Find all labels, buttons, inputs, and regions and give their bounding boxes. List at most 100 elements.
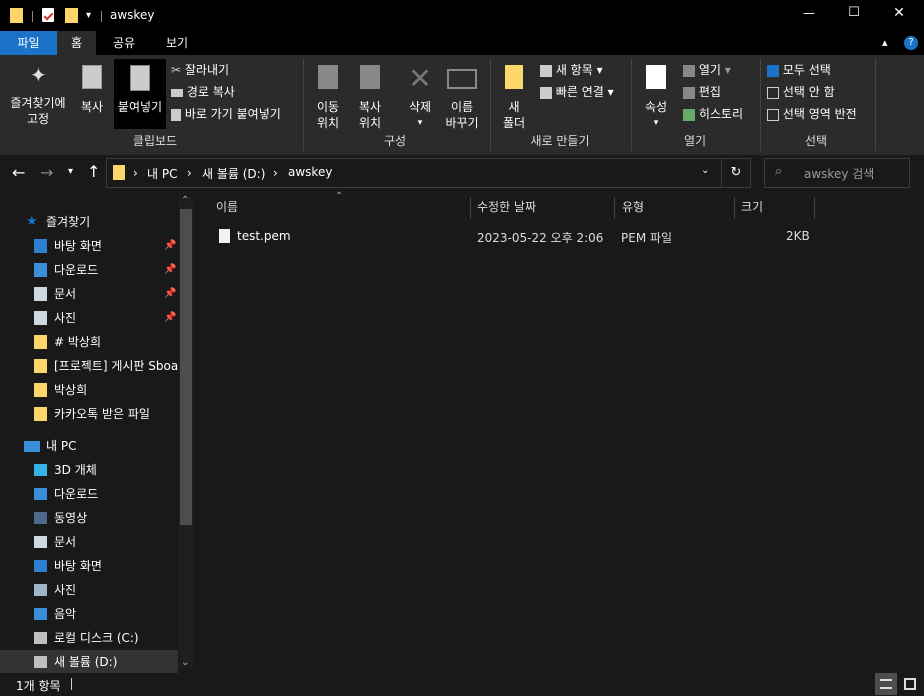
search-input[interactable]: awskey 검색 bbox=[804, 165, 874, 182]
nav-pc-item[interactable]: 3D 개체 bbox=[0, 458, 178, 482]
nav-pc-item[interactable]: 사진 bbox=[0, 578, 178, 602]
properties-icon bbox=[646, 65, 666, 89]
new-folder-qat-icon[interactable] bbox=[65, 8, 78, 23]
up-button[interactable]: ↑ bbox=[87, 162, 100, 181]
navigation-pane: ★ 즐겨찾기 바탕 화면 📌 다운로드 📌 문서 📌 사진 📌 # 박상희 [프로젝트] 게시판 … bbox=[0, 191, 200, 674]
breadcrumb-awskey[interactable]: awskey bbox=[288, 165, 332, 179]
address-box[interactable]: › 내 PC › 새 볼륨 (D:) › awskey ⌄ ↻ bbox=[106, 158, 751, 188]
move-to-icon bbox=[318, 65, 338, 89]
paste-button[interactable]: 붙여넣기 bbox=[114, 59, 166, 129]
rename-button[interactable]: 이름 바꾸기 bbox=[440, 65, 484, 131]
move-to-button[interactable]: 이동 위치 bbox=[308, 65, 348, 131]
open-label: 열기 bbox=[698, 63, 721, 77]
nav-quick-item[interactable]: 카카오톡 받은 파일 bbox=[0, 402, 178, 426]
document-icon bbox=[34, 536, 47, 548]
nav-scrollbar[interactable]: ⌃ ⌄ bbox=[179, 195, 193, 669]
large-icons-view-icon bbox=[904, 678, 916, 690]
tab-share[interactable]: 공유 bbox=[104, 31, 144, 55]
column-header-size[interactable]: 크기 bbox=[741, 199, 763, 223]
back-button[interactable]: ← bbox=[12, 163, 25, 182]
scroll-down-icon[interactable]: ⌄ bbox=[181, 657, 189, 668]
new-item-button[interactable]: 새 항목 ▾ bbox=[540, 62, 603, 78]
breadcrumb-chevron: › bbox=[273, 166, 278, 180]
recent-locations-icon[interactable]: ▾ bbox=[68, 166, 73, 177]
refresh-button[interactable]: ↻ bbox=[721, 159, 750, 187]
nav-quick-item[interactable]: 다운로드 📌 bbox=[0, 258, 178, 282]
column-header-name[interactable]: 이름 bbox=[216, 199, 238, 223]
tab-view[interactable]: 보기 bbox=[157, 31, 197, 55]
cut-label: 잘라내기 bbox=[184, 63, 230, 77]
star-icon: ★ bbox=[26, 214, 38, 229]
table-row[interactable]: test.pem 2023-05-22 오후 2:06 PEM 파일 2KB bbox=[210, 226, 820, 248]
close-button[interactable]: ✕ bbox=[876, 5, 922, 21]
help-icon[interactable]: ? bbox=[904, 36, 918, 50]
nav-quick-item[interactable]: [프로젝트] 게시판 Sboard bbox=[0, 354, 178, 378]
breadcrumb-this-pc[interactable]: 내 PC bbox=[147, 165, 177, 182]
nav-pc-item[interactable]: 로컬 디스크 (C:) bbox=[0, 626, 178, 650]
nav-quick-item[interactable]: 바탕 화면 📌 bbox=[0, 234, 178, 258]
copy-path-button[interactable]: 경로 복사 bbox=[171, 84, 235, 100]
breadcrumb-volume-d[interactable]: 새 볼륨 (D:) bbox=[202, 165, 265, 182]
properties-button[interactable]: 속성 ▾ bbox=[636, 65, 676, 131]
column-header-type[interactable]: 유형 bbox=[622, 199, 644, 223]
nav-quick-item[interactable]: 사진 📌 bbox=[0, 306, 178, 330]
details-view-button[interactable] bbox=[875, 673, 897, 695]
qat-dropdown-icon[interactable]: ▾ bbox=[86, 10, 91, 21]
video-icon bbox=[34, 512, 47, 524]
file-icon bbox=[219, 229, 230, 243]
nav-item-label: # 박상희 bbox=[54, 335, 101, 349]
nav-quick-item[interactable]: # 박상희 bbox=[0, 330, 178, 354]
scroll-up-icon[interactable]: ⌃ bbox=[181, 195, 189, 206]
search-icon: ⌕ bbox=[775, 164, 783, 179]
nav-item-label: 동영상 bbox=[54, 511, 88, 525]
collapse-ribbon-icon[interactable]: ▴ bbox=[882, 36, 888, 49]
pin-quick-access-button[interactable]: ✦ 즐겨찾기에 고정 bbox=[4, 65, 72, 127]
tab-file[interactable]: 파일 bbox=[0, 31, 57, 55]
minimize-button[interactable]: — bbox=[786, 6, 832, 20]
column-header-modified[interactable]: 수정한 날짜 bbox=[477, 199, 536, 223]
paste-shortcut-button[interactable]: 바로 가기 붙여넣기 bbox=[171, 106, 281, 122]
forward-button[interactable]: → bbox=[40, 163, 53, 182]
clipboard-group-label: 클립보드 bbox=[132, 134, 178, 148]
nav-quick-item[interactable]: 박상희 bbox=[0, 378, 178, 402]
ribbon-separator bbox=[490, 59, 491, 151]
address-history-chevron-icon[interactable]: ⌄ bbox=[701, 165, 709, 176]
pictures-icon bbox=[34, 311, 47, 325]
easy-access-button[interactable]: 빠른 연결 ▾ bbox=[540, 84, 614, 100]
history-label: 히스토리 bbox=[698, 107, 743, 121]
nav-quick-item[interactable]: 문서 📌 bbox=[0, 282, 178, 306]
scroll-thumb[interactable] bbox=[180, 209, 192, 525]
folder-icon bbox=[34, 335, 47, 349]
edit-button[interactable]: 편집 bbox=[683, 84, 721, 100]
nav-pc-item[interactable]: 새 볼륨 (D:) bbox=[0, 650, 178, 674]
cut-button[interactable]: ✂ 잘라내기 bbox=[171, 62, 229, 78]
history-button[interactable]: 히스토리 bbox=[683, 106, 743, 122]
nav-pc-item[interactable]: 동영상 bbox=[0, 506, 178, 530]
search-box[interactable]: ⌕ awskey 검색 bbox=[764, 158, 910, 188]
new-folder-button[interactable]: 새 폴더 bbox=[496, 65, 532, 131]
nav-quick-access[interactable]: ★ 즐겨찾기 bbox=[0, 210, 178, 234]
select-all-button[interactable]: 모두 선택 bbox=[767, 62, 831, 78]
nav-pc-item[interactable]: 음악 bbox=[0, 602, 178, 626]
invert-selection-button[interactable]: 선택 영역 반전 bbox=[767, 106, 857, 122]
open-button[interactable]: 열기 ▾ bbox=[683, 62, 731, 78]
nav-this-pc[interactable]: 내 PC bbox=[0, 434, 178, 458]
delete-button[interactable]: ✕ 삭제 ▾ bbox=[400, 65, 440, 131]
select-none-button[interactable]: 선택 안 함 bbox=[767, 84, 835, 100]
maximize-button[interactable]: ☐ bbox=[831, 5, 877, 20]
item-count: 1개 항목 bbox=[16, 679, 61, 693]
nav-pc-item[interactable]: 문서 bbox=[0, 530, 178, 554]
history-icon bbox=[683, 108, 695, 121]
paste-shortcut-icon bbox=[171, 108, 181, 121]
large-icons-view-button[interactable] bbox=[901, 675, 919, 693]
nav-pc-item[interactable]: 바탕 화면 bbox=[0, 554, 178, 578]
column-divider bbox=[470, 197, 471, 219]
copy-button[interactable]: 복사 bbox=[72, 65, 112, 115]
nav-pc-item[interactable]: 다운로드 bbox=[0, 482, 178, 506]
easy-access-label: 빠른 연결 bbox=[555, 85, 604, 99]
tab-home[interactable]: 홈 bbox=[57, 31, 96, 55]
ribbon-separator bbox=[631, 59, 632, 151]
copy-to-button[interactable]: 복사 위치 bbox=[350, 65, 390, 131]
properties-qat-icon[interactable] bbox=[42, 8, 54, 22]
select-group-label: 선택 bbox=[804, 134, 828, 148]
